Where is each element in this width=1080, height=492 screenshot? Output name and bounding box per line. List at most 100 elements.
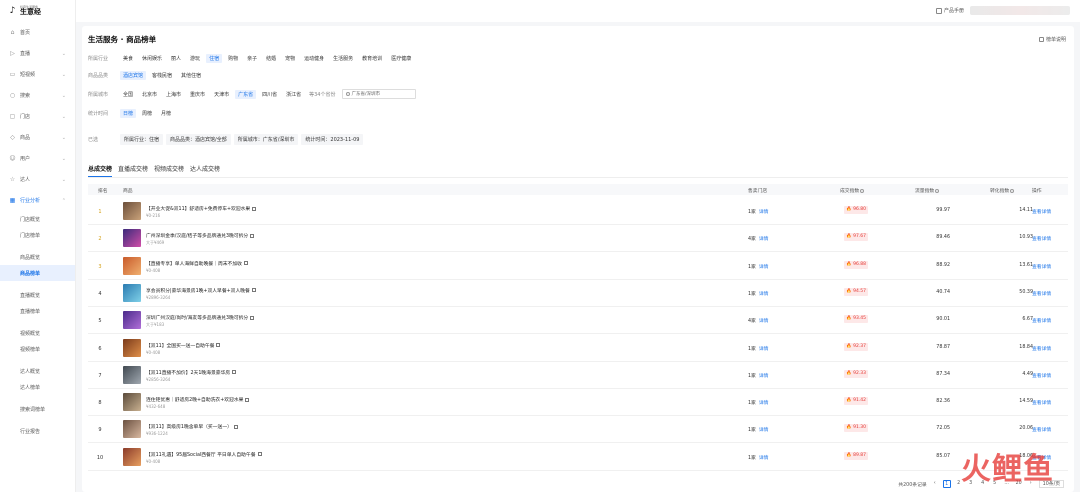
qrcode-icon[interactable] (216, 343, 221, 347)
product-name[interactable]: 【双11】全国买一送一自助午餐 (146, 342, 221, 349)
store-detail-link[interactable]: 详情 (759, 374, 769, 379)
brand-logo[interactable]: ♪ 抖音生活服务 生意经 (0, 0, 75, 22)
help-icon[interactable] (935, 188, 940, 193)
product-thumbnail[interactable] (123, 420, 141, 439)
product-thumbnail[interactable] (123, 338, 141, 357)
product-thumbnail[interactable] (123, 393, 141, 412)
filter-chip[interactable]: 医疗健康 (388, 54, 414, 63)
filter-chip[interactable]: 购物 (225, 54, 241, 63)
filter-chip[interactable]: 游玩 (187, 54, 203, 63)
sidebar-subitem[interactable]: 搜索词榜单 (0, 401, 75, 417)
tab-ranking[interactable]: 直播成交榜 (118, 164, 148, 177)
sidebar-subitem[interactable]: 视频概览 (0, 325, 75, 341)
store-detail-link[interactable]: 详情 (759, 237, 769, 242)
qrcode-icon[interactable] (257, 452, 262, 457)
filter-chip[interactable]: 酒店宾馆 (120, 70, 147, 80)
product-handbook-link[interactable]: 产品手册 (935, 7, 964, 14)
product-thumbnail[interactable] (123, 311, 141, 330)
user-account-blurred[interactable] (970, 6, 1070, 15)
view-detail-link[interactable]: 查看详情 (1032, 263, 1051, 270)
table-row[interactable]: 9 【双11】高级房1晚含单早（买一送一） ¥936-1224 1家 详情 🔥 91.30… (88, 416, 1068, 444)
store-detail-link[interactable]: 详情 (759, 456, 769, 461)
selected-tag[interactable]: 商品品类：酒店宾馆/全部 (166, 133, 231, 145)
sidebar-subitem[interactable]: 直播概览 (0, 287, 75, 303)
qrcode-icon[interactable] (233, 424, 238, 429)
qrcode-icon[interactable] (252, 206, 257, 211)
sidebar-item-talent[interactable]: ☆ 达人 ⌄ (0, 169, 75, 190)
sidebar-subitem[interactable]: 达人概览 (0, 363, 75, 379)
table-row[interactable]: 3 【直播专享】单人海鲜自助晚餐｜周末不加收 ¥0-408 1家 详情 🔥 96.88 88… (88, 253, 1068, 280)
filter-chip[interactable]: 全国 (120, 90, 136, 99)
view-detail-link[interactable]: 查看详情 (1032, 345, 1051, 352)
product-name[interactable]: 连住钜优惠｜舒适房2晚+自助洗衣+欢迎水果 (146, 396, 250, 403)
filter-chip[interactable]: 北京市 (139, 90, 160, 99)
sidebar-subitem[interactable]: 门店榜单 (0, 227, 75, 243)
view-detail-link[interactable]: 查看详情 (1032, 372, 1051, 379)
product-name[interactable]: 深圳广州汉庭/尚时/海友等多品牌通兑3晚可拆分 (146, 314, 255, 321)
help-icon[interactable] (1010, 188, 1015, 193)
sidebar-subitem[interactable]: 商品榜单 (0, 265, 75, 281)
store-detail-link[interactable]: 详情 (759, 401, 769, 406)
view-detail-link[interactable]: 查看详情 (1032, 208, 1051, 215)
qrcode-icon[interactable] (250, 315, 255, 320)
filter-chip[interactable]: 四川省 (259, 90, 280, 99)
store-detail-link[interactable]: 详情 (759, 292, 769, 297)
product-name[interactable]: 广州深圳金季/汉庭/桔子等多品牌通兑3晚可拆分 (146, 232, 255, 239)
filter-chip[interactable]: 生活服务 (330, 54, 356, 63)
city-search-input[interactable]: 广东省/深圳市 (341, 89, 416, 99)
view-detail-link[interactable]: 查看详情 (1032, 317, 1051, 324)
sidebar-subitem[interactable]: 达人榜单 (0, 379, 75, 395)
sidebar-item-video[interactable]: ▭ 短视频 ⌄ (0, 64, 75, 85)
product-thumbnail[interactable] (123, 202, 141, 220)
tab-ranking[interactable]: 达人成交榜 (190, 164, 220, 177)
filter-chip[interactable]: 广东省 (235, 89, 257, 99)
qrcode-icon[interactable] (245, 397, 250, 402)
filter-chip[interactable]: 重庆市 (187, 90, 208, 99)
filter-chip[interactable]: 上海市 (163, 90, 184, 99)
tab-ranking[interactable]: 视频成交榜 (154, 164, 184, 177)
store-detail-link[interactable]: 详情 (759, 265, 769, 270)
sidebar-item-home[interactable]: ⌂ 首页 (0, 22, 75, 43)
tab-ranking[interactable]: 总成交榜 (88, 164, 113, 177)
sidebar-item-user[interactable]: ☺ 用户 ⌄ (0, 148, 75, 169)
selected-tag[interactable]: 所属城市：广东省/深圳市 (233, 133, 299, 145)
sidebar-subitem[interactable]: 视频榜单 (0, 341, 75, 357)
filter-chip[interactable]: 住宿 (206, 53, 223, 63)
table-row[interactable]: 4 享会员积分|豪华海景房1晚+双人早餐+双人晚餐 ¥2896-3264 1家 详情 🔥 … (88, 280, 1068, 307)
help-icon[interactable] (860, 188, 865, 193)
table-row[interactable]: 8 连住钜优惠｜舒适房2晚+自助洗衣+欢迎水果 ¥432-648 1家 详情 🔥 91.4… (88, 389, 1068, 417)
filter-chip[interactable]: 周榜 (139, 109, 155, 118)
qrcode-icon[interactable] (232, 370, 237, 375)
qrcode-icon[interactable] (251, 288, 256, 293)
more-provinces[interactable]: 等34个省份 (309, 91, 335, 98)
table-row[interactable]: 5 深圳广州汉庭/尚时/海友等多品牌通兑3晚可拆分 大于¥183 4家 详情 🔥 93.4… (88, 307, 1068, 335)
product-name[interactable]: 【双11直播不加价】2天1晚海景豪华房 (146, 369, 237, 376)
product-name[interactable]: 【直播专享】单人海鲜自助晚餐｜周末不加收 (146, 260, 248, 267)
view-detail-link[interactable]: 查看详情 (1032, 235, 1051, 242)
product-thumbnail[interactable] (123, 283, 141, 302)
sidebar-subitem[interactable]: 商品概览 (0, 249, 75, 265)
filter-chip[interactable]: 其他住宿 (178, 71, 204, 80)
store-detail-link[interactable]: 详情 (759, 428, 769, 433)
qrcode-icon[interactable] (250, 233, 255, 238)
view-detail-link[interactable]: 查看详情 (1032, 399, 1051, 406)
sidebar-item-live[interactable]: ▷ 直播 ⌄ (0, 43, 75, 64)
table-row[interactable]: 1 【开业大促&双11】舒适房+免费停车+欢迎水果 ¥0-216 1家 详情 🔥 96.8… (88, 198, 1068, 225)
sidebar-item-store[interactable]: ▢ 门店 ⌄ (0, 106, 75, 127)
qrcode-icon[interactable] (243, 261, 248, 266)
selected-tag[interactable]: 所属行业：住宿 (120, 133, 164, 145)
table-row[interactable]: 2 广州深圳金季/汉庭/桔子等多品牌通兑3晚可拆分 大于¥469 4家 详情 🔥 97.6… (88, 225, 1068, 253)
product-name[interactable]: 【双11】高级房1晚含单早（买一送一） (146, 423, 238, 430)
filter-chip[interactable]: 丽人 (168, 54, 184, 63)
sidebar-item-goods[interactable]: ◇ 商品 ⌄ (0, 127, 75, 148)
rule-explain-link[interactable]: 榜单说明 (1038, 36, 1066, 43)
prev-page-button[interactable]: ‹ (931, 480, 939, 488)
filter-chip[interactable]: 教育培训 (359, 54, 385, 63)
product-thumbnail[interactable] (123, 447, 141, 466)
sidebar-subitem[interactable]: 行业报告 (0, 423, 75, 439)
filter-chip[interactable]: 结婚 (263, 54, 279, 63)
filter-chip[interactable]: 月榜 (158, 109, 174, 118)
filter-chip[interactable]: 天津市 (211, 90, 232, 99)
view-detail-link[interactable]: 查看详情 (1032, 290, 1051, 297)
product-thumbnail[interactable] (123, 229, 141, 248)
